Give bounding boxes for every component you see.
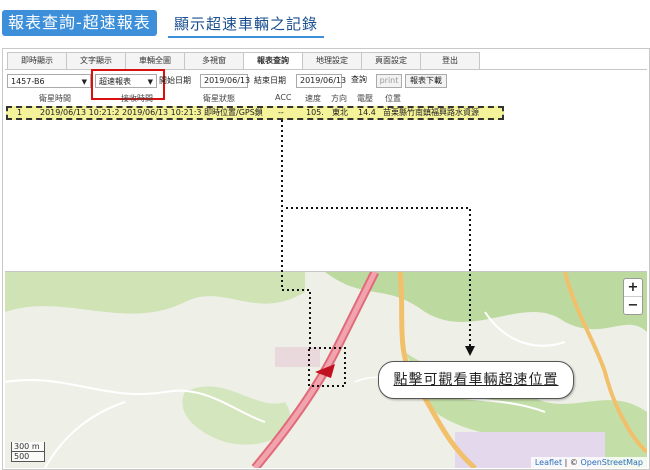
callout-bubble: 點擊可觀看車輛超速位置	[378, 361, 574, 399]
annotation-overlay	[281, 120, 475, 387]
callout-text: 點擊可觀看車輛超速位置	[393, 372, 559, 388]
